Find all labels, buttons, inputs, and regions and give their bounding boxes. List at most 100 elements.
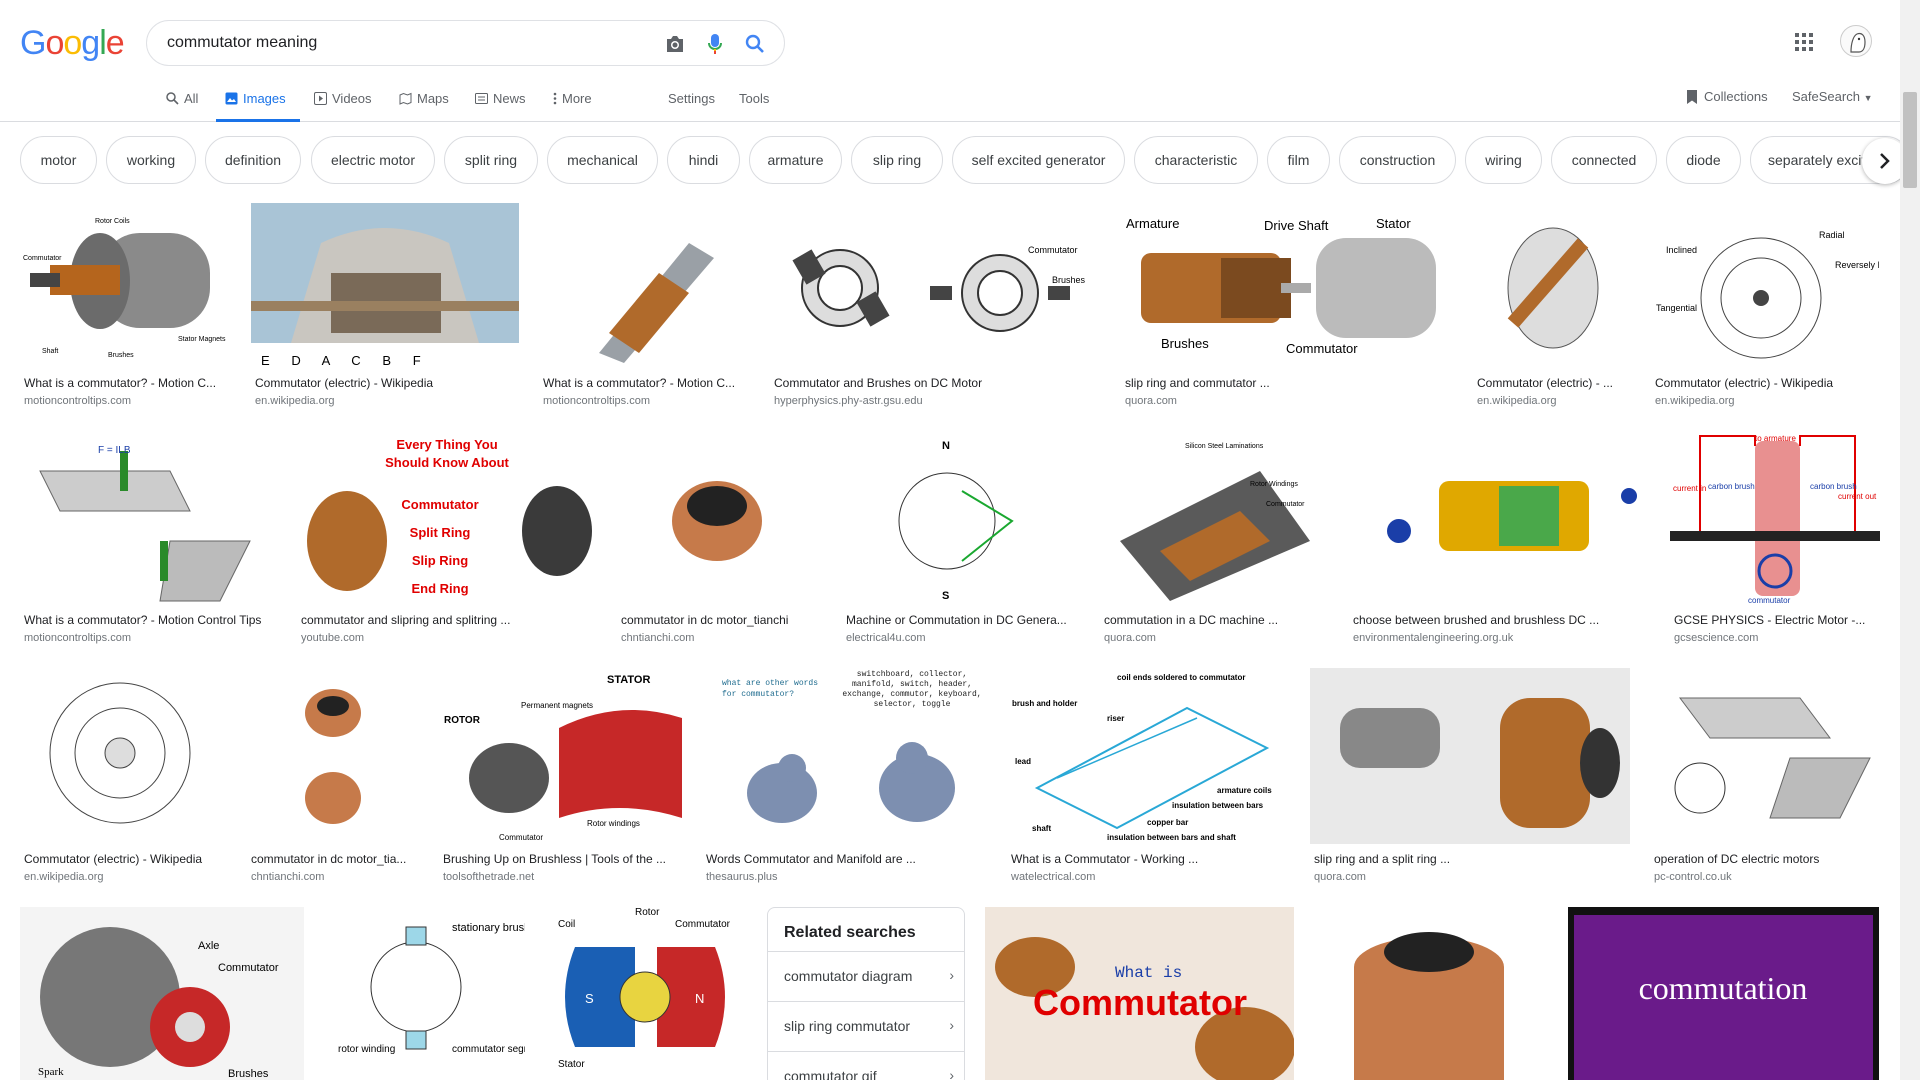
tab-settings[interactable]: Settings	[668, 88, 715, 122]
chip[interactable]: connected	[1551, 136, 1657, 184]
result-title[interactable]: Commutator (electric) - Wikipedia	[1655, 376, 1877, 390]
result-thumbnail[interactable]: STATOR ROTOR Permanent magnets Rotor win…	[439, 668, 682, 844]
image-result[interactable]: STATOR ROTOR Permanent magnets Rotor win…	[439, 668, 682, 888]
image-result[interactable]	[1314, 907, 1548, 1080]
result-title[interactable]: What is a commutator? - Motion C...	[543, 376, 748, 390]
result-thumbnail[interactable]: What is Commutator	[985, 907, 1294, 1080]
search-icon[interactable]	[743, 32, 767, 56]
result-thumbnail[interactable]: to armature carbon brush carbon brush cu…	[1670, 431, 1880, 605]
result-title[interactable]: commutator and slipring and splitring ..…	[301, 613, 595, 627]
result-thumbnail[interactable]: Commutator Brushes	[770, 203, 1102, 369]
image-result[interactable]: Armature Drive Shaft Stator Brushes Comm…	[1121, 203, 1454, 413]
image-result[interactable]: commutation	[1568, 907, 1879, 1080]
chip[interactable]: construction	[1339, 136, 1456, 184]
result-title[interactable]: GCSE PHYSICS - Electric Motor -...	[1674, 613, 1878, 627]
safesearch-dropdown[interactable]: SafeSearch ▼	[1792, 89, 1872, 104]
image-result[interactable]: operation of DC electric motors pc-contr…	[1650, 668, 1880, 888]
chip[interactable]: split ring	[444, 136, 538, 184]
result-title[interactable]: Commutator (electric) - Wikipedia	[24, 852, 225, 866]
image-result[interactable]: Rotor Coil Commutator Stator S N	[545, 907, 747, 1080]
result-title[interactable]: operation of DC electric motors	[1654, 852, 1878, 866]
result-thumbnail[interactable]: Axle Commutator Spark Brushes	[20, 907, 304, 1080]
result-title[interactable]: Commutator (electric) - ...	[1477, 376, 1630, 390]
tab-tools[interactable]: Tools	[739, 88, 769, 122]
tab-more[interactable]: More	[553, 88, 592, 122]
image-result[interactable]: F = ILB What is a commutator? - Motion C…	[20, 431, 277, 651]
result-title[interactable]: What is a Commutator - Working ...	[1011, 852, 1288, 866]
image-result[interactable]: stationary brush rotor winding commutato…	[324, 907, 525, 1080]
avatar[interactable]	[1840, 25, 1872, 57]
result-thumbnail[interactable]	[1650, 668, 1880, 844]
tab-all[interactable]: All	[166, 88, 198, 122]
result-thumbnail[interactable]: what are other words for commutator? swi…	[702, 668, 988, 844]
image-result[interactable]: slip ring and a split ring ... quora.com	[1310, 668, 1630, 888]
image-result[interactable]: Commutator Brushes Commutator and Brushe…	[770, 203, 1102, 413]
image-result[interactable]: choose between brushed and brushless DC …	[1349, 431, 1650, 651]
image-result[interactable]: Radial Reversely Inclined Inclined Tange…	[1651, 203, 1879, 413]
result-thumbnail[interactable]	[539, 203, 750, 369]
search-input[interactable]	[167, 31, 647, 55]
scrollbar[interactable]	[1900, 0, 1920, 1080]
chip[interactable]: film	[1267, 136, 1330, 184]
image-result[interactable]: coil ends soldered to commutator brush a…	[1007, 668, 1290, 888]
result-title[interactable]: Machine or Commutation in DC Genera...	[846, 613, 1078, 627]
camera-icon[interactable]	[663, 32, 687, 56]
result-title[interactable]: choose between brushed and brushless DC …	[1353, 613, 1648, 627]
image-result[interactable]: commutator in dc motor_tia... chntianchi…	[247, 668, 419, 888]
chip[interactable]: diode	[1666, 136, 1741, 184]
result-title[interactable]: Commutator (electric) - Wikipedia	[255, 376, 517, 390]
result-thumbnail[interactable]: Silicon Steel Laminations Rotor Windings…	[1100, 431, 1329, 605]
result-thumbnail[interactable]: coil ends soldered to commutator brush a…	[1007, 668, 1290, 844]
image-result[interactable]: Commutator (electric) - Wikipedia en.wik…	[20, 668, 227, 888]
collections-link[interactable]: Collections	[1686, 89, 1768, 105]
result-title[interactable]: What is a commutator? - Motion Control T…	[24, 613, 275, 627]
image-result[interactable]: What is a commutator? - Motion C... moti…	[539, 203, 750, 413]
image-result[interactable]: Every Thing You Should Know About Commut…	[297, 431, 597, 651]
result-thumbnail[interactable]	[1310, 668, 1630, 844]
result-thumbnail[interactable]: commutation	[1568, 907, 1879, 1080]
chip[interactable]: wiring	[1465, 136, 1542, 184]
scrollbar-thumb[interactable]	[1903, 92, 1917, 188]
result-thumbnail[interactable]	[1349, 431, 1650, 605]
result-title[interactable]: Words Commutator and Manifold are ...	[706, 852, 986, 866]
result-thumbnail[interactable]: Radial Reversely Inclined Inclined Tange…	[1651, 203, 1879, 369]
image-result[interactable]: What is Commutator	[985, 907, 1294, 1080]
result-title[interactable]: Commutator and Brushes on DC Motor	[774, 376, 1100, 390]
chip[interactable]: electric motor	[311, 136, 435, 184]
result-thumbnail[interactable]: N S	[842, 431, 1080, 605]
chip[interactable]: slip ring	[851, 136, 943, 184]
image-result[interactable]: to armature carbon brush carbon brush cu…	[1670, 431, 1880, 651]
result-thumbnail[interactable]: Rotor Coils Commutator Shaft Brushes Sta…	[20, 203, 230, 369]
related-search-item[interactable]: commutator gif ›	[768, 1051, 964, 1080]
image-result[interactable]: Commutator (electric) - ... en.wikipedia…	[1473, 203, 1632, 413]
chip[interactable]: definition	[205, 136, 301, 184]
result-title[interactable]: slip ring and commutator ...	[1125, 376, 1452, 390]
result-thumbnail[interactable]	[247, 668, 419, 844]
result-thumbnail[interactable]: stationary brush rotor winding commutato…	[324, 907, 525, 1080]
related-search-item[interactable]: slip ring commutator ›	[768, 1001, 964, 1051]
tab-news[interactable]: News	[475, 88, 526, 122]
chip[interactable]: self excited generator	[952, 136, 1125, 184]
image-result[interactable]: commutator in dc motor_tianchi chntianch…	[617, 431, 822, 651]
result-thumbnail[interactable]: Armature Drive Shaft Stator Brushes Comm…	[1121, 203, 1454, 369]
image-result[interactable]: E D A C B F Commutator (electric) - Wiki…	[251, 203, 519, 413]
result-thumbnail[interactable]: F = ILB	[20, 431, 277, 605]
result-thumbnail[interactable]	[1473, 203, 1632, 369]
chip[interactable]: working	[106, 136, 196, 184]
chip[interactable]: motor	[20, 136, 97, 184]
chip[interactable]: hindi	[667, 136, 740, 184]
result-title[interactable]: slip ring and a split ring ...	[1314, 852, 1628, 866]
image-result[interactable]: N S Machine or Commutation in DC Genera.…	[842, 431, 1080, 651]
chip[interactable]: armature	[749, 136, 842, 184]
google-logo[interactable]: Google	[20, 24, 125, 63]
related-search-item[interactable]: commutator diagram ›	[768, 951, 964, 1001]
result-thumbnail[interactable]	[20, 668, 227, 844]
image-result[interactable]: Silicon Steel Laminations Rotor Windings…	[1100, 431, 1329, 651]
microphone-icon[interactable]	[703, 32, 727, 56]
result-title[interactable]: commutator in dc motor_tianchi	[621, 613, 820, 627]
apps-grid-icon[interactable]	[1794, 32, 1818, 56]
tab-maps[interactable]: Maps	[399, 88, 449, 122]
result-title[interactable]: commutator in dc motor_tia...	[251, 852, 417, 866]
image-result[interactable]: Axle Commutator Spark Brushes	[20, 907, 304, 1080]
result-thumbnail[interactable]	[617, 431, 822, 605]
